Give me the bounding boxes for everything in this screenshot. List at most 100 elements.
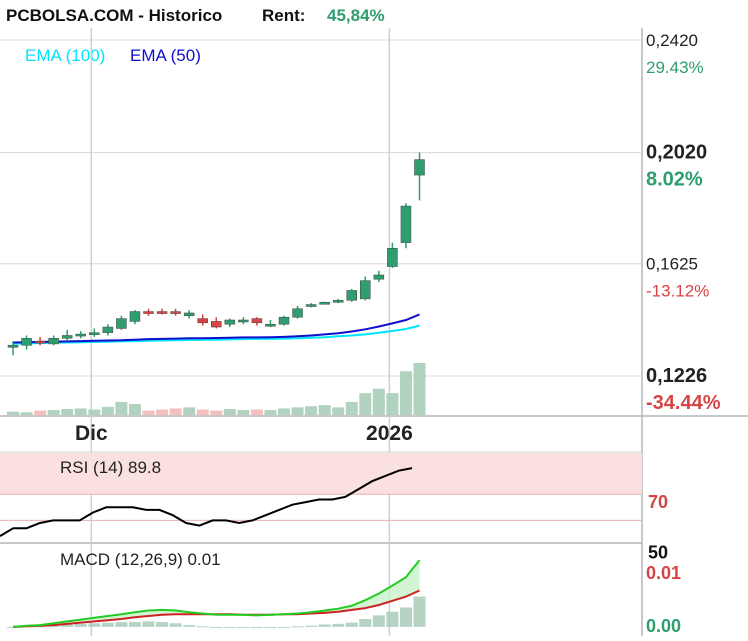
candle-body bbox=[129, 311, 141, 322]
candle-body bbox=[319, 302, 330, 305]
chart-svg: PCBOLSA.COM - Historico Rent: 45,84% EMA… bbox=[0, 0, 748, 636]
volume-bar bbox=[305, 406, 318, 415]
candle-body bbox=[61, 335, 73, 339]
rent-label: Rent: bbox=[262, 6, 305, 25]
macd-histogram-bar bbox=[237, 626, 250, 628]
candle-body bbox=[89, 332, 100, 335]
macd-histogram-bar bbox=[250, 626, 263, 628]
volume-bar bbox=[210, 410, 223, 415]
volume-bar bbox=[318, 405, 331, 415]
candle-body bbox=[238, 319, 249, 323]
volume-bar bbox=[223, 408, 236, 415]
volume-bar bbox=[61, 408, 74, 415]
price-tick-pct: -34.44% bbox=[646, 392, 721, 414]
candle-body bbox=[292, 308, 303, 318]
macd-histogram-bar bbox=[413, 596, 426, 627]
time-axis-label: 2026 bbox=[366, 422, 413, 445]
macd-histogram-bar bbox=[169, 623, 182, 627]
stock-chart: PCBOLSA.COM - Historico Rent: 45,84% EMA… bbox=[0, 0, 748, 636]
volume-bar bbox=[156, 409, 169, 415]
price-tick-pct: -13.12% bbox=[646, 282, 709, 301]
volume-bar bbox=[264, 410, 277, 415]
volume-bar bbox=[399, 371, 412, 415]
macd-histogram-bar bbox=[332, 623, 345, 627]
macd-histogram-bar bbox=[196, 626, 209, 628]
macd-histogram-bar bbox=[278, 626, 290, 628]
macd-histogram-bar bbox=[318, 624, 331, 627]
time-axis-label: Dic bbox=[75, 422, 108, 445]
candle-body bbox=[116, 318, 127, 329]
macd-histogram-bar bbox=[264, 626, 277, 628]
site-title: PCBOLSA.COM - Historico bbox=[6, 6, 222, 25]
macd-histogram-bar bbox=[223, 626, 236, 628]
volume-bar bbox=[74, 408, 87, 415]
candle-body bbox=[102, 326, 114, 333]
legend-ema50: EMA (50) bbox=[130, 46, 201, 65]
candle-body bbox=[211, 321, 222, 328]
macd-histogram-bar bbox=[115, 622, 128, 627]
candle-body bbox=[251, 318, 263, 324]
candle-body bbox=[305, 304, 317, 307]
legend-ema100: EMA (100) bbox=[25, 46, 105, 65]
volume-bar bbox=[196, 409, 209, 415]
macd-histogram-bar bbox=[345, 622, 358, 627]
volume-bar bbox=[237, 410, 250, 415]
macd-histogram-bar bbox=[88, 623, 101, 627]
rsi-level-label: 50 bbox=[648, 542, 668, 562]
macd-label: MACD (12,26,9) 0.01 bbox=[60, 550, 221, 569]
macd-histogram-bar bbox=[359, 619, 372, 627]
rsi-level-label: 70 bbox=[648, 492, 668, 512]
macd-histogram-bar bbox=[305, 625, 318, 627]
volume-bar bbox=[169, 408, 182, 415]
volume-bar bbox=[183, 407, 196, 415]
volume-bar bbox=[359, 393, 372, 415]
volume-bar bbox=[142, 410, 155, 415]
volume-bar bbox=[250, 409, 263, 415]
candle-body bbox=[21, 338, 32, 346]
candle-body bbox=[143, 311, 154, 314]
candle-body bbox=[387, 247, 398, 267]
rsi-label: RSI (14) 89.8 bbox=[60, 458, 161, 477]
candle-body bbox=[373, 274, 385, 280]
macd-histogram-bar bbox=[101, 622, 114, 627]
candle-body bbox=[360, 280, 371, 300]
candle-body bbox=[170, 311, 181, 314]
volume-bar bbox=[345, 401, 358, 415]
candle-body bbox=[197, 318, 208, 324]
price-tick-pct: 8.02% bbox=[646, 169, 703, 191]
macd-histogram-bar bbox=[210, 626, 223, 628]
macd-histogram-bar bbox=[142, 621, 155, 627]
candle-body bbox=[75, 333, 86, 337]
volume-bar bbox=[128, 404, 141, 415]
volume-bar bbox=[115, 401, 128, 415]
volume-bar bbox=[386, 393, 399, 415]
macd-histogram-bar bbox=[386, 611, 399, 627]
price-tick-label: 0,2020 bbox=[646, 142, 707, 164]
volume-bar bbox=[88, 409, 101, 415]
candle-body bbox=[224, 319, 236, 325]
candle-body bbox=[183, 312, 195, 317]
price-tick-label: 0,1625 bbox=[646, 255, 698, 274]
macd-histogram-bar bbox=[156, 622, 169, 627]
candle-body bbox=[278, 316, 290, 325]
macd-histogram-bar bbox=[291, 626, 304, 628]
candle-body bbox=[156, 311, 168, 314]
price-tick-label: 0,1226 bbox=[646, 365, 707, 387]
candle-body bbox=[332, 300, 344, 303]
volume-bar bbox=[47, 410, 60, 415]
macd-histogram-bar bbox=[372, 615, 385, 627]
volume-bar bbox=[20, 412, 33, 415]
macd-histogram-bar bbox=[399, 607, 412, 627]
macd-histogram-bar bbox=[183, 625, 196, 627]
candle-body bbox=[7, 345, 19, 348]
volume-bar bbox=[372, 388, 385, 415]
macd-histogram-bar bbox=[74, 623, 87, 627]
candle-body bbox=[265, 323, 276, 327]
volume-bar bbox=[413, 363, 426, 415]
rent-value: 45,84% bbox=[327, 6, 385, 25]
volume-bar bbox=[101, 406, 114, 415]
volume-bar bbox=[332, 407, 345, 415]
volume-bar bbox=[278, 408, 290, 415]
volume-bar bbox=[7, 411, 19, 415]
candle-body bbox=[400, 205, 412, 243]
